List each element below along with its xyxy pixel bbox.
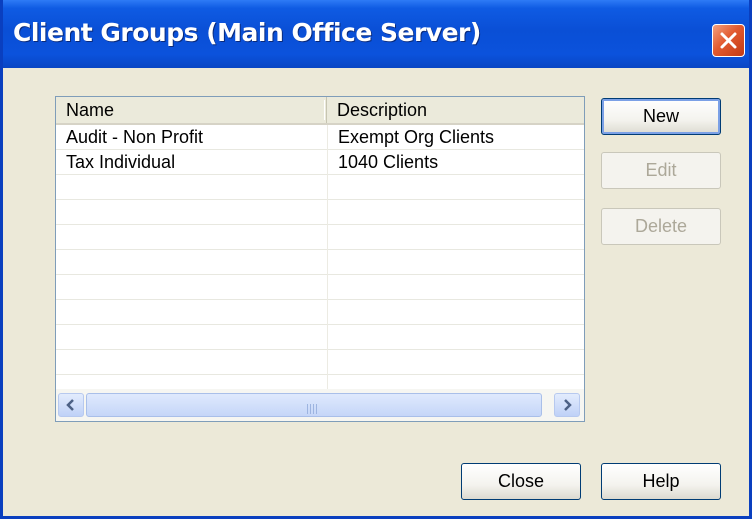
scroll-left-button[interactable] (58, 393, 84, 417)
list-header: Name Description (56, 97, 584, 125)
table-row[interactable]: Tax Individual 1040 Clients (56, 150, 584, 175)
table-row[interactable] (56, 175, 584, 200)
window-title: Client Groups (Main Office Server) (13, 18, 481, 47)
title-bar[interactable]: Client Groups (Main Office Server) (3, 0, 749, 68)
close-icon (720, 32, 737, 49)
row-name-cell: Tax Individual (66, 152, 176, 172)
client-groups-list[interactable]: Name Description Audit - Non Profit Exemp… (55, 96, 585, 422)
delete-button[interactable]: Delete (601, 208, 721, 245)
table-row[interactable] (56, 325, 584, 350)
edit-button[interactable]: Edit (601, 152, 721, 189)
row-name-cell: Audit - Non Profit (66, 127, 204, 147)
row-description-cell: Exempt Org Clients (338, 127, 495, 147)
table-row[interactable] (56, 250, 584, 275)
column-divider (327, 125, 328, 389)
table-row[interactable] (56, 350, 584, 375)
column-header-name[interactable]: Name (56, 97, 327, 123)
table-row[interactable]: Audit - Non Profit Exempt Org Clients (56, 125, 584, 150)
table-row[interactable] (56, 275, 584, 300)
table-row[interactable] (56, 200, 584, 225)
chevron-left-icon (66, 399, 74, 411)
scrollbar-thumb[interactable] (86, 393, 542, 417)
column-header-description[interactable]: Description (327, 97, 584, 123)
grip-icon (307, 401, 321, 414)
new-button[interactable]: New (601, 98, 721, 135)
client-groups-dialog: Client Groups (Main Office Server) Name … (0, 0, 752, 519)
table-row[interactable] (56, 225, 584, 250)
row-description-cell: 1040 Clients (338, 152, 439, 172)
chevron-right-icon (564, 399, 572, 411)
list-rows: Audit - Non Profit Exempt Org Clients Tax … (56, 125, 584, 375)
horizontal-scrollbar[interactable] (56, 389, 584, 421)
table-row[interactable] (56, 300, 584, 325)
close-window-button[interactable] (712, 24, 745, 57)
close-button[interactable]: Close (461, 463, 581, 500)
scroll-right-button[interactable] (554, 393, 580, 417)
help-button[interactable]: Help (601, 463, 721, 500)
